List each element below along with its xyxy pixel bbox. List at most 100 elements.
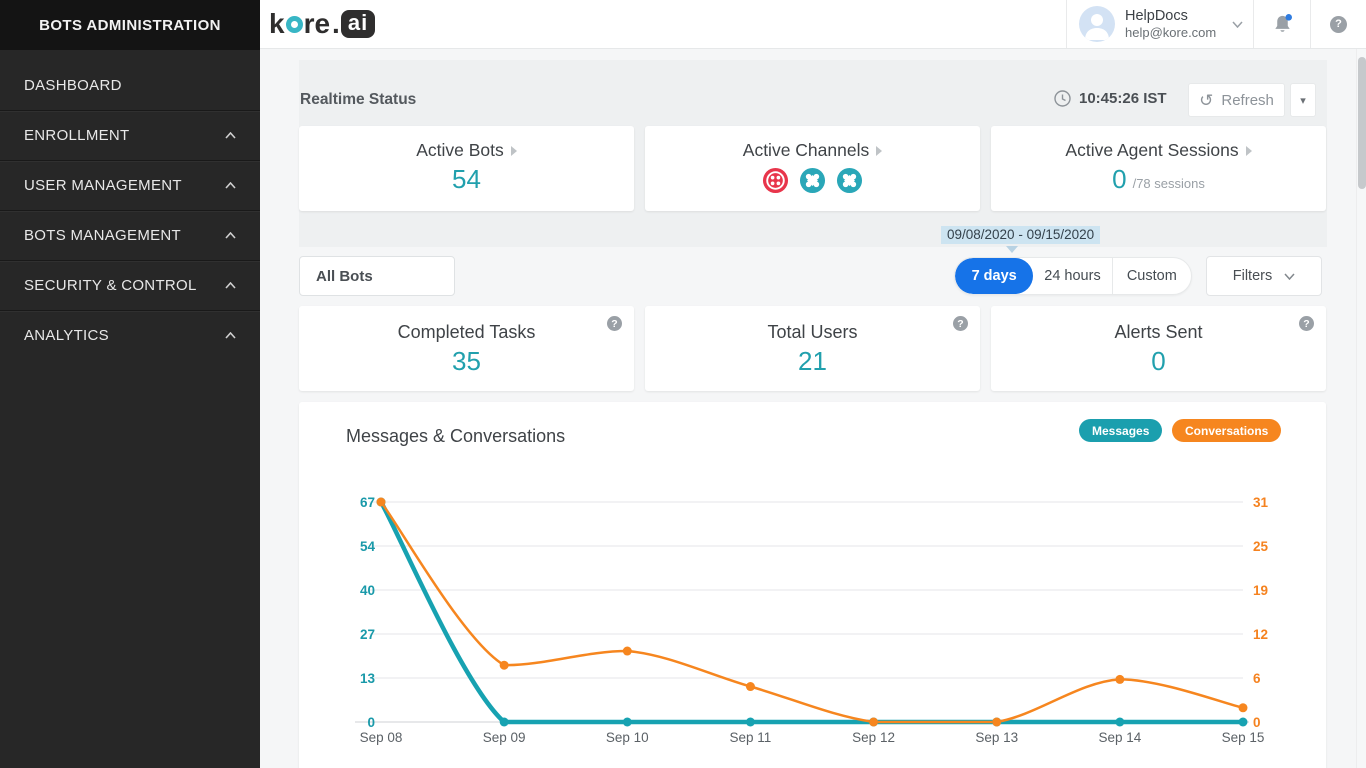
logo-o-ring-icon bbox=[286, 16, 303, 33]
messages-conversations-card: Messages & Conversations Messages Conver… bbox=[299, 402, 1326, 768]
tab-custom[interactable]: Custom bbox=[1112, 258, 1191, 294]
svg-text:Sep 11: Sep 11 bbox=[730, 730, 772, 745]
svg-text:Sep 15: Sep 15 bbox=[1222, 730, 1265, 745]
notification-dot bbox=[1285, 14, 1292, 21]
chevron-up-icon bbox=[225, 182, 236, 189]
total-users-card: Total Users 21 ? bbox=[645, 306, 980, 391]
user-menu[interactable]: HelpDocs help@kore.com bbox=[1066, 0, 1253, 48]
svg-text:67: 67 bbox=[360, 495, 375, 510]
total-users-value: 21 bbox=[645, 346, 980, 377]
info-question-icon[interactable]: ? bbox=[607, 316, 622, 331]
active-agent-sessions-title: Active Agent Sessions bbox=[1065, 140, 1238, 161]
completed-tasks-card: Completed Tasks 35 ? bbox=[299, 306, 634, 391]
chevron-up-icon bbox=[225, 332, 236, 339]
scrollbar-thumb[interactable] bbox=[1358, 57, 1366, 189]
date-range-notch bbox=[1006, 246, 1018, 253]
filters-button[interactable]: Filters bbox=[1206, 256, 1322, 296]
notifications-button[interactable] bbox=[1253, 0, 1310, 48]
svg-text:Sep 14: Sep 14 bbox=[1098, 730, 1141, 745]
svg-text:Sep 09: Sep 09 bbox=[483, 730, 526, 745]
refresh-icon: ↺ bbox=[1199, 92, 1213, 109]
refresh-dropdown-button[interactable]: ▾ bbox=[1290, 83, 1316, 117]
kore-ai-logo[interactable]: kre.ai bbox=[260, 0, 375, 48]
messages-conversations-chart: 001362712401954256731Sep 08Sep 09Sep 10S… bbox=[339, 470, 1289, 762]
topbar: kre.ai HelpDocs help@kore.com ? bbox=[260, 0, 1366, 49]
scrollbar bbox=[1356, 49, 1366, 768]
sessions-value-row: 0 /78 sessions bbox=[991, 164, 1326, 195]
sidebar-item-dashboard[interactable]: DASHBOARD bbox=[0, 60, 260, 110]
svg-text:Sep 12: Sep 12 bbox=[852, 730, 895, 745]
sidebar-item-label: USER MANAGEMENT bbox=[24, 177, 182, 194]
sidebar-item-label: ENROLLMENT bbox=[24, 127, 130, 144]
chevron-right-icon bbox=[511, 146, 517, 156]
svg-text:54: 54 bbox=[360, 539, 376, 554]
main-content: Realtime Status 10:45:26 IST ↺ Refresh ▾… bbox=[260, 49, 1366, 768]
channel-icons-row bbox=[645, 167, 980, 194]
sessions-suffix: /78 sessions bbox=[1133, 176, 1205, 191]
realtime-status-title: Realtime Status bbox=[300, 91, 416, 109]
realtime-time-value: 10:45:26 IST bbox=[1079, 90, 1167, 107]
svg-text:31: 31 bbox=[1253, 495, 1269, 510]
svg-text:Sep 13: Sep 13 bbox=[975, 730, 1018, 745]
info-question-icon[interactable]: ? bbox=[1299, 316, 1314, 331]
help-button[interactable]: ? bbox=[1310, 0, 1366, 48]
active-agent-sessions-value: 0 bbox=[1112, 164, 1126, 195]
refresh-label: Refresh bbox=[1221, 92, 1274, 109]
active-bots-value: 54 bbox=[299, 164, 634, 195]
active-channels-title: Active Channels bbox=[743, 140, 869, 161]
date-range-label: 09/08/2020 - 09/15/2020 bbox=[941, 226, 1100, 244]
sidebar-item-label: BOTS MANAGEMENT bbox=[24, 227, 181, 244]
bot-selector-value: All Bots bbox=[316, 268, 373, 285]
alerts-sent-card: Alerts Sent 0 ? bbox=[991, 306, 1326, 391]
sidebar-item-label: SECURITY & CONTROL bbox=[24, 277, 197, 294]
svg-text:13: 13 bbox=[360, 671, 376, 686]
bell-icon bbox=[1271, 13, 1294, 36]
sidebar-item-user-management[interactable]: USER MANAGEMENT bbox=[0, 160, 260, 210]
logo-dot: . bbox=[332, 8, 340, 40]
chevron-down-icon bbox=[1284, 273, 1295, 280]
sidebar-item-label: ANALYTICS bbox=[24, 327, 109, 344]
total-users-title: Total Users bbox=[645, 322, 980, 343]
active-bots-link[interactable]: Active Bots bbox=[416, 140, 517, 161]
svg-text:6: 6 bbox=[1253, 671, 1261, 686]
user-info: HelpDocs help@kore.com bbox=[1125, 7, 1216, 41]
tab-24-hours[interactable]: 24 hours bbox=[1033, 258, 1111, 294]
active-bots-card: Active Bots 54 bbox=[299, 126, 634, 211]
sidebar-nav: DASHBOARD ENROLLMENT USER MANAGEMENT BOT… bbox=[0, 50, 260, 360]
logo-ai-badge: ai bbox=[341, 10, 375, 38]
active-agent-sessions-card: Active Agent Sessions 0 /78 sessions bbox=[991, 126, 1326, 211]
user-email: help@kore.com bbox=[1125, 25, 1216, 41]
twilio-channel-icon bbox=[762, 167, 789, 194]
caret-down-icon: ▾ bbox=[1300, 94, 1306, 107]
refresh-button[interactable]: ↺ Refresh bbox=[1188, 83, 1285, 117]
legend-messages-button[interactable]: Messages bbox=[1079, 419, 1162, 442]
sidebar-item-security-control[interactable]: SECURITY & CONTROL bbox=[0, 260, 260, 310]
sidebar-item-label: DASHBOARD bbox=[24, 77, 122, 94]
legend-conversations-button[interactable]: Conversations bbox=[1172, 419, 1281, 442]
alerts-sent-value: 0 bbox=[991, 346, 1326, 377]
kore-channel-icon bbox=[836, 167, 863, 194]
sidebar-item-enrollment[interactable]: ENROLLMENT bbox=[0, 110, 260, 160]
date-range-tabs: 7 days 24 hours Custom bbox=[954, 257, 1192, 295]
chevron-up-icon bbox=[225, 132, 236, 139]
tab-7-days[interactable]: 7 days bbox=[955, 258, 1033, 294]
sidebar-item-bots-management[interactable]: BOTS MANAGEMENT bbox=[0, 210, 260, 260]
sidebar-title: BOTS ADMINISTRATION bbox=[0, 0, 260, 50]
svg-text:0: 0 bbox=[1253, 715, 1261, 730]
sidebar: BOTS ADMINISTRATION DASHBOARD ENROLLMENT… bbox=[0, 0, 260, 768]
chevron-up-icon bbox=[225, 282, 236, 289]
sidebar-item-analytics[interactable]: ANALYTICS bbox=[0, 310, 260, 360]
completed-tasks-value: 35 bbox=[299, 346, 634, 377]
svg-text:27: 27 bbox=[360, 627, 375, 642]
svg-text:0: 0 bbox=[367, 715, 375, 730]
clock-icon bbox=[1054, 90, 1071, 107]
logo-text-k: k bbox=[269, 8, 285, 40]
active-channels-link[interactable]: Active Channels bbox=[743, 140, 882, 161]
svg-text:Sep 10: Sep 10 bbox=[606, 730, 649, 745]
user-name: HelpDocs bbox=[1125, 7, 1216, 25]
active-agent-sessions-link[interactable]: Active Agent Sessions bbox=[1065, 140, 1251, 161]
info-question-icon[interactable]: ? bbox=[953, 316, 968, 331]
svg-text:12: 12 bbox=[1253, 627, 1268, 642]
bot-selector-dropdown[interactable]: All Bots bbox=[299, 256, 455, 296]
completed-tasks-title: Completed Tasks bbox=[299, 322, 634, 343]
